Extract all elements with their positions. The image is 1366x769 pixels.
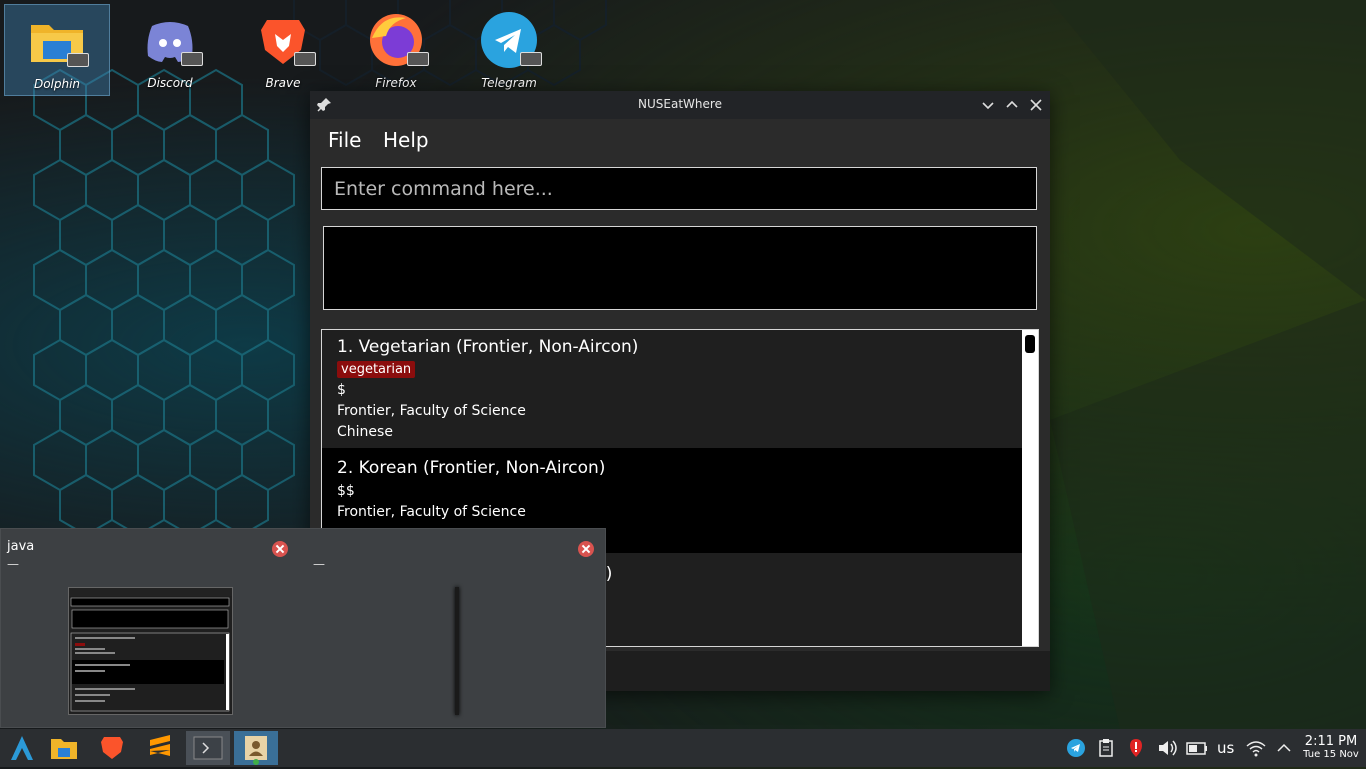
clock[interactable]: 2:11 PM Tue 15 Nov [1300,735,1362,761]
desktop-icon-label: Brave [265,76,301,90]
restaurant-title: 1. Vegetarian (Frontier, Non-Aircon) [337,337,639,357]
close-icon[interactable] [578,541,594,557]
address-book-icon [245,736,267,765]
telegram-tray-icon[interactable] [1066,737,1086,759]
taskbar-app-brave[interactable] [90,731,134,765]
restaurant-location: Frontier, Faculty of Science [337,504,526,520]
desktop-icon-brave[interactable]: Brave [230,4,336,96]
wifi-icon[interactable] [1245,737,1267,759]
close-icon[interactable] [1026,95,1046,115]
link-badge-icon [520,52,542,66]
taskbar-app-dolphin[interactable] [42,731,86,765]
restaurant-card[interactable]: 1. Vegetarian (Frontier, Non-Aircon) veg… [322,330,1022,448]
restaurant-location: Frontier, Faculty of Science [337,403,526,419]
taskbar-app-java[interactable] [234,731,278,765]
desktop-icon-firefox[interactable]: Firefox [343,4,449,96]
window-title: NUSEatWhere [638,97,722,111]
minimize-chevron-icon[interactable] [978,95,998,115]
command-box [321,167,1037,210]
restaurant-price: $ [337,382,346,398]
result-display [323,226,1037,310]
desktop-icon-label: Firefox [375,76,417,90]
window-thumbnail[interactable] [68,587,233,715]
window-thumbnail[interactable] [455,587,459,715]
update-notifier-icon[interactable] [1126,737,1146,759]
clock-date: Tue 15 Nov [1303,749,1359,760]
desktop-icon-telegram[interactable]: Telegram [456,4,562,96]
desktop-icon-label: Dolphin [33,77,81,91]
restaurant-cuisine: Chinese [337,424,393,440]
list-scrollbar[interactable] [1022,330,1038,646]
link-badge-icon [67,53,89,67]
taskbar-app-sublime[interactable] [138,731,182,765]
battery-icon[interactable] [1185,737,1209,759]
restaurant-title: 2. Korean (Frontier, Non-Aircon) [337,458,606,478]
clock-time: 2:11 PM [1304,734,1358,749]
switcher-window-subtitle: — [7,557,19,571]
link-badge-icon [407,52,429,66]
menu-help[interactable]: Help [383,128,429,152]
close-icon[interactable] [272,541,288,557]
taskbar-app-terminal[interactable] [186,731,230,765]
keyboard-layout-indicator[interactable]: us [1217,739,1234,757]
link-badge-icon [181,52,203,66]
arch-launcher-icon [11,736,33,760]
window-titlebar[interactable]: NUSEatWhere [310,91,1050,119]
menu-bar: File Help [310,119,1050,159]
desktop-icon-discord[interactable]: Discord [117,4,223,96]
brave-lion-icon [101,737,123,759]
menu-file[interactable]: File [328,128,361,152]
sublime-text-icon [150,735,170,756]
volume-icon[interactable] [1156,737,1178,759]
restaurant-tag: vegetarian [337,361,416,378]
scrollbar-thumb[interactable] [1025,335,1035,353]
thumbnail-preview [69,588,232,712]
desktop-icon-dolphin[interactable]: Dolphin [4,4,110,96]
switcher-window-subtitle: — [313,557,325,571]
taskbar: us 2:11 PM Tue 15 Nov [0,729,1366,767]
application-launcher[interactable] [0,731,44,765]
terminal-icon [193,736,223,760]
command-input[interactable] [322,168,1036,209]
task-switcher-popup: java — — [0,528,606,728]
chevron-up-icon[interactable] [1274,737,1294,759]
clipboard-icon[interactable] [1096,737,1116,759]
folder-icon [51,739,77,759]
desktop-icon-label: Discord [147,76,193,90]
restaurant-price: $$ [337,483,355,499]
desktop-icon-label: Telegram [481,76,537,90]
link-badge-icon [294,52,316,66]
maximize-chevron-icon[interactable] [1002,95,1022,115]
switcher-window-title: java [7,539,35,554]
